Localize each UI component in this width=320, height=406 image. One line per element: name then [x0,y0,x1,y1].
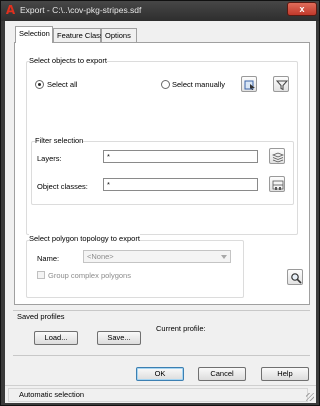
group-complex-checkbox[interactable] [37,271,45,279]
load-profile-button[interactable]: Load... [34,331,78,345]
buttons-separator [13,355,310,356]
object-classes-button[interactable] [269,176,285,192]
topology-name-value: <None> [87,252,114,261]
title-bar[interactable]: A Export - C:\..\cov-pkg-stripes.sdf x [1,1,319,21]
filter-button[interactable] [273,76,289,92]
saved-profiles-label: Saved profiles [17,312,65,321]
profiles-separator [13,310,310,311]
cancel-button[interactable]: Cancel [198,367,246,381]
layers-input[interactable]: * [103,150,258,163]
topology-search-button[interactable] [287,269,303,285]
tab-feature-class[interactable]: Feature Class [53,28,104,42]
chevron-down-icon [221,255,227,259]
window-title: Export - C:\..\cov-pkg-stripes.sdf [20,5,142,15]
current-profile-label: Current profile: [156,324,206,333]
polygon-topology-group [26,240,244,298]
object-classes-input[interactable]: * [103,178,258,191]
object-class-icon [272,180,284,190]
select-objects-button[interactable] [241,76,257,92]
export-dialog: A Export - C:\..\cov-pkg-stripes.sdf x S… [0,0,320,406]
layers-button[interactable] [269,148,285,164]
select-all-label[interactable]: Select all [47,80,77,89]
status-text: Automatic selection [8,388,308,402]
resize-grip-icon[interactable] [306,393,314,401]
group-complex-label[interactable]: Group complex polygons [48,271,131,280]
tab-selection[interactable]: Selection [15,26,53,43]
funnel-icon [276,80,288,91]
object-classes-label: Object classes: [37,182,88,191]
status-bar: Automatic selection [5,385,316,403]
select-all-radio[interactable] [35,80,44,89]
select-objects-icon [244,80,255,90]
layers-label: Layers: [37,154,62,163]
filter-selection-label: Filter selection [35,136,84,145]
magnifier-icon [291,273,302,284]
help-button[interactable]: Help [261,367,309,381]
layers-icon [272,152,284,163]
ok-button[interactable]: OK [136,367,184,381]
polygon-topology-label: Select polygon topology to export [29,234,140,243]
topology-name-select[interactable]: <None> [83,250,231,263]
close-button[interactable]: x [287,2,317,16]
select-manually-radio[interactable] [161,80,170,89]
topology-name-label: Name: [37,254,60,263]
save-profile-button[interactable]: Save... [97,331,141,345]
select-manually-label[interactable]: Select manually [172,80,225,89]
selection-panel: Select objects to export Select all Sele… [14,42,310,305]
tab-options[interactable]: Options [101,28,137,42]
dialog-body: Selection Feature Class Options Select o… [5,21,316,403]
autocad-icon[interactable]: A [4,4,17,17]
close-icon: x [299,4,305,14]
select-objects-label: Select objects to export [29,56,107,65]
